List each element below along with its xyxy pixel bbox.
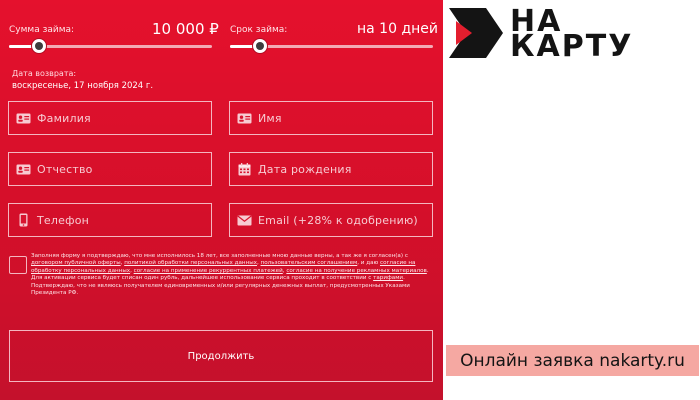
amount-slider-thumb[interactable] <box>31 38 48 54</box>
phone-icon <box>9 213 37 227</box>
birth-date-field[interactable]: Дата рождения <box>229 152 433 186</box>
tariffs-link[interactable]: тарифами <box>373 275 403 281</box>
middle-name-field[interactable]: Отчество <box>8 152 212 186</box>
last-name-placeholder: Фамилия <box>37 111 91 125</box>
id-card-icon <box>230 113 258 124</box>
email-placeholder: Email (+28% к одобрению) <box>258 213 418 227</box>
amount-value: 10 000 ₽ <box>152 20 219 38</box>
first-name-field[interactable]: Имя <box>229 101 433 135</box>
offer-agreement-link[interactable]: договором публичной оферты <box>31 260 121 266</box>
nakarty-logo: НА КАРТУ <box>446 5 697 62</box>
last-name-field[interactable]: Фамилия <box>8 101 212 135</box>
birth-date-placeholder: Дата рождения <box>258 162 352 176</box>
calendar-icon <box>230 162 258 176</box>
privacy-policy-link[interactable]: политикой обработки персональных данных <box>124 260 257 266</box>
continue-button[interactable]: Продолжить <box>9 330 433 382</box>
logo-mark-icon <box>449 8 503 58</box>
user-agreement-link[interactable]: пользовательским соглашением <box>261 260 358 266</box>
advertising-consent-link[interactable]: согласие на получение рекламных материал… <box>286 268 426 274</box>
term-label: Срок займа: <box>230 25 288 35</box>
return-date-value: воскресенье, 17 ноября 2024 г. <box>12 81 154 91</box>
consent-text: Заполняя форму я подтверждаю, что мне ис… <box>31 253 435 297</box>
consent-text-part: Заполняя форму я подтверждаю, что мне ис… <box>31 253 408 259</box>
logo-wordmark: НА КАРТУ <box>510 7 634 64</box>
caption-banner: Онлайн заявка nakarty.ru <box>446 345 699 376</box>
logo-text-bottom: КАРТУ <box>510 29 634 64</box>
middle-name-placeholder: Отчество <box>37 162 93 176</box>
loan-form-panel: Сумма займа: 10 000 ₽ Срок займа: на 10 … <box>0 0 443 400</box>
id-card-icon <box>9 113 37 124</box>
term-slider-thumb[interactable] <box>252 38 269 54</box>
consent-text-part: , и даю <box>357 260 380 267</box>
first-name-placeholder: Имя <box>258 111 282 125</box>
recurring-payments-consent-link[interactable]: согласие на применение рекуррентных плат… <box>134 268 283 274</box>
amount-label: Сумма займа: <box>9 25 75 35</box>
id-card-icon <box>9 164 37 175</box>
term-value: на 10 дней <box>357 21 438 37</box>
phone-field[interactable]: Телефон <box>8 203 212 237</box>
phone-placeholder: Телефон <box>37 213 90 227</box>
consent-checkbox[interactable] <box>9 256 27 274</box>
envelope-icon <box>230 215 258 226</box>
email-field[interactable]: Email (+28% к одобрению) <box>229 203 433 237</box>
return-date-label: Дата возврата: <box>12 69 77 78</box>
